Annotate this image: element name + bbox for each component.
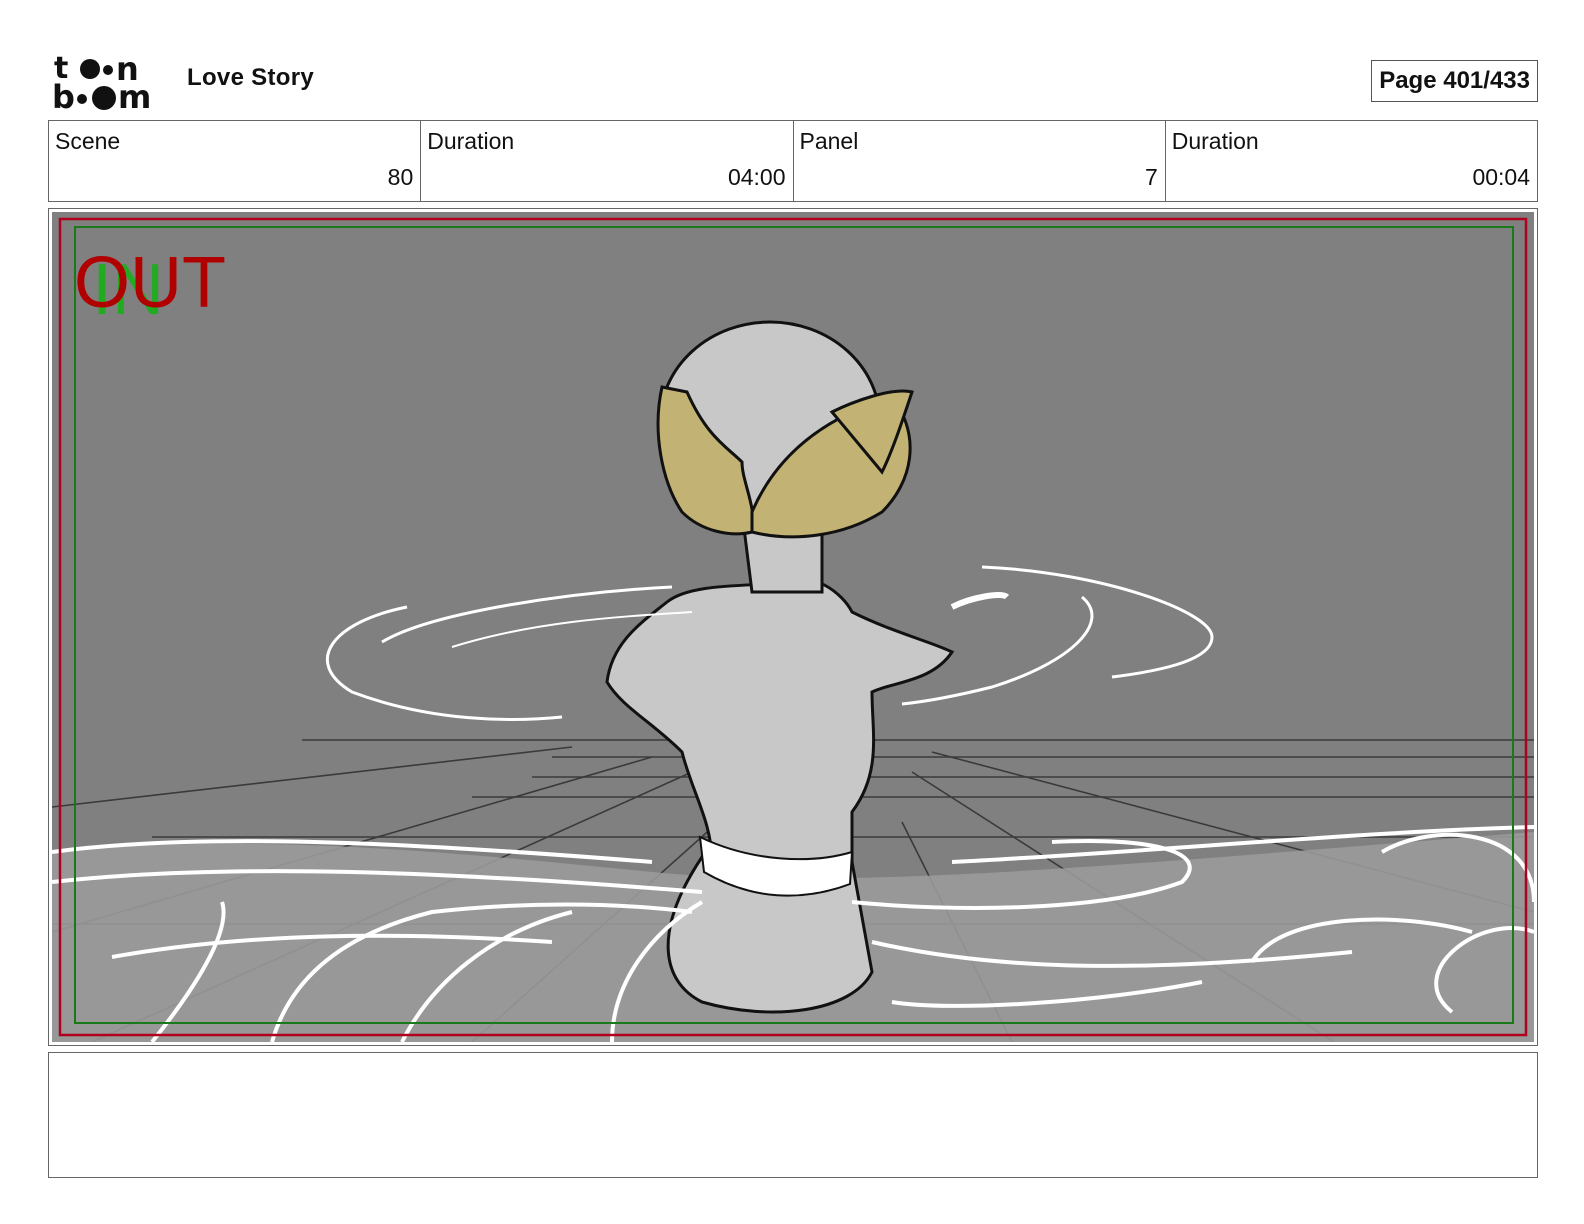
overlay-out-label: OUT xyxy=(74,243,226,323)
panel-drawing: IN OUT xyxy=(52,212,1534,1042)
scene-cell: Scene 80 xyxy=(49,121,422,201)
page-header: t n b m Love Story Page 401/433 xyxy=(48,44,1538,114)
panel-duration-label: Duration xyxy=(1171,128,1259,154)
svg-text:m: m xyxy=(118,78,151,110)
project-title: Love Story xyxy=(187,64,315,91)
panel-duration-value: 00:04 xyxy=(1472,164,1530,190)
scene-info-table: Scene 80 Duration 04:00 Panel 7 Duration… xyxy=(48,120,1538,202)
scene-duration-label: Duration xyxy=(427,128,515,154)
panel-cell: Panel 7 xyxy=(794,121,1166,201)
scene-duration-value: 04:00 xyxy=(727,164,786,190)
panel-value: 7 xyxy=(1144,164,1158,190)
svg-text:b: b xyxy=(52,78,75,110)
panel-label: Panel xyxy=(799,128,859,154)
panel-duration-cell: Duration 00:04 xyxy=(1166,121,1537,201)
scene-duration-cell: Duration 04:00 xyxy=(421,121,794,201)
storyboard-panel: IN OUT xyxy=(48,208,1538,1046)
toonboom-logo: t n b m xyxy=(52,52,151,110)
page-indicator: Page 401/433 xyxy=(1371,60,1538,102)
scene-label: Scene xyxy=(55,128,121,154)
scene-value: 80 xyxy=(387,164,414,190)
panel-notes-box xyxy=(48,1052,1538,1178)
